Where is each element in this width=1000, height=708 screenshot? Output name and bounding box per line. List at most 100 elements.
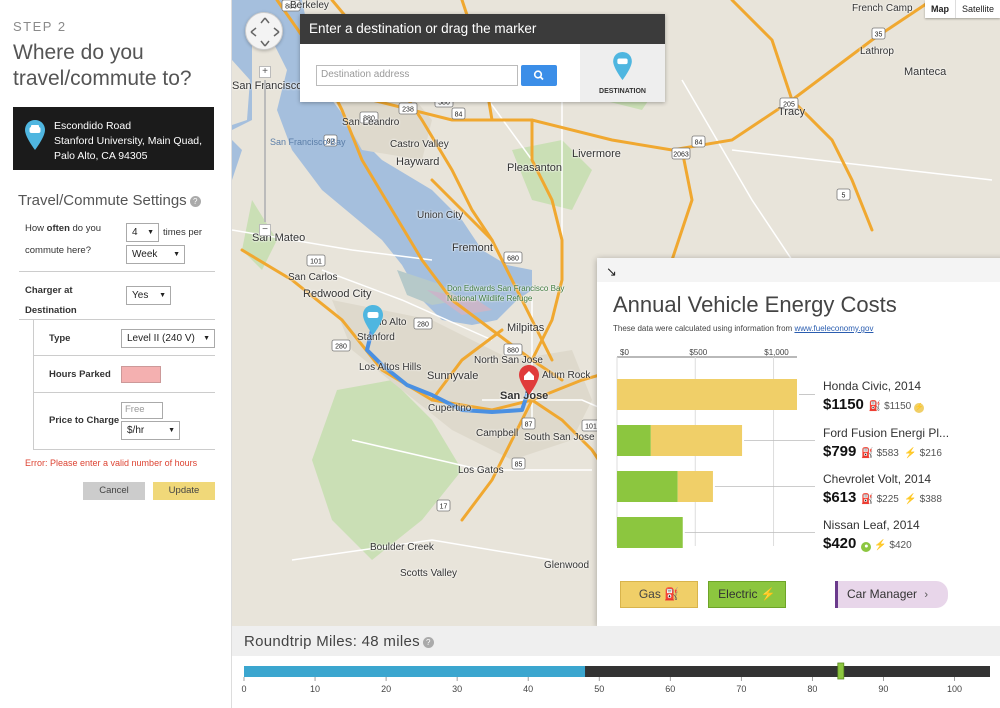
help-icon[interactable]: ? — [189, 196, 201, 207]
miles-tick-label: 90 — [878, 684, 888, 694]
highway-shield: 101 — [306, 254, 326, 267]
price-to-charge-label: Price to Charge — [49, 415, 120, 426]
vehicle-row[interactable]: Ford Fusion Energi Pl... $799 ⛽ $583 ⚡ $2… — [823, 426, 949, 460]
chart-bar-electric[interactable] — [617, 471, 678, 502]
pan-arrows-icon — [250, 17, 280, 47]
divider — [33, 355, 215, 356]
map-label: Milpitas — [507, 322, 545, 334]
error-message: Error: Please enter a valid number of ho… — [25, 458, 198, 468]
miles-tick-label: 40 — [523, 684, 533, 694]
page-title: Where do you travel/commute to? — [13, 41, 192, 90]
divider — [19, 319, 215, 320]
chart-bar-electric[interactable] — [617, 425, 651, 456]
price-unit-select[interactable]: $/hr — [121, 421, 180, 440]
panel-title: Annual Vehicle Energy Costs — [613, 292, 897, 317]
divider — [33, 449, 215, 450]
map-label: Alum Rock — [542, 370, 591, 381]
times-select[interactable]: 4 — [126, 223, 159, 242]
source-link[interactable]: www.fueleconomy.gov — [794, 324, 873, 333]
miles-tick-label: 30 — [452, 684, 462, 694]
chart-bar-gas[interactable] — [650, 425, 743, 456]
map-label: Glenwood — [544, 560, 590, 571]
map-type-map[interactable]: Map — [925, 0, 956, 18]
destination-search: Enter a destination or drag the marker D… — [300, 14, 665, 102]
search-button[interactable] — [521, 65, 557, 86]
miles-tick-label: 100 — [947, 684, 962, 694]
map-type-control: Map Satellite — [924, 0, 1000, 18]
svg-text:5: 5 — [842, 193, 846, 200]
gas-legend-button[interactable]: Gas ⛽ — [620, 581, 698, 608]
period-select[interactable]: Week — [126, 245, 185, 264]
map-label: Scotts Valley — [400, 568, 458, 579]
map-label: Lathrop — [860, 46, 894, 57]
chart-tick-label: $0 — [620, 348, 629, 357]
lightning-icon: ⚡ — [874, 540, 887, 551]
highway-shield: 680 — [503, 251, 523, 264]
hours-parked-input[interactable] — [121, 366, 161, 383]
vehicle-total: $1150 — [823, 396, 864, 413]
lightning-icon: ⚡ — [760, 587, 776, 601]
zoom-in-button[interactable]: + — [259, 66, 271, 78]
chart-bar-gas[interactable] — [677, 471, 713, 502]
miles-title: Roundtrip Miles: 48 miles? — [244, 633, 434, 650]
svg-text:87: 87 — [525, 422, 533, 429]
vehicle-row[interactable]: Chevrolet Volt, 2014 $613 ⛽ $225 ⚡ $388 — [823, 472, 942, 506]
map-label: Don Edwards San Francisco Bay National W… — [447, 284, 565, 303]
car-manager-button[interactable]: Car Manager › — [835, 581, 948, 608]
vehicle-name: Nissan Leaf, 2014 — [823, 518, 920, 532]
map-label: Los Altos Hills — [359, 362, 422, 373]
miles-tick-label: 60 — [665, 684, 675, 694]
chart-bar-gas[interactable] — [617, 379, 797, 410]
map-label: Fremont — [452, 242, 493, 254]
roundtrip-miles-panel: Roundtrip Miles: 48 miles? 0 10 20 30 40 50 60… — [232, 626, 1000, 708]
vehicle-row[interactable]: Honda Civic, 2014 $1150 ⛽ $1150 ⚡ — [823, 379, 924, 413]
miles-fill — [244, 666, 586, 677]
svg-text:680: 680 — [507, 256, 519, 263]
vehicle-row[interactable]: Nissan Leaf, 2014 $420 ● ⚡ $420 — [823, 518, 920, 552]
svg-text:101: 101 — [585, 424, 597, 431]
miles-tick-label: 20 — [381, 684, 391, 694]
svg-text:238: 238 — [402, 107, 414, 114]
help-icon[interactable]: ? — [422, 637, 434, 648]
map-type-satellite[interactable]: Satellite — [956, 0, 1000, 18]
electric-legend-button[interactable]: Electric ⚡ — [708, 581, 786, 608]
svg-text:280: 280 — [417, 322, 429, 329]
vehicle-total: $799 — [823, 443, 857, 460]
map-label: Manteca — [904, 66, 947, 78]
collapse-arrow-icon[interactable]: ↘ — [606, 264, 617, 280]
map-label: Cupertino — [428, 403, 472, 414]
charger-select[interactable]: Yes — [126, 286, 171, 305]
map-label: Los Gatos — [458, 465, 504, 476]
chart-bar-electric[interactable] — [617, 517, 683, 548]
origin-marker-icon[interactable] — [363, 305, 383, 335]
charger-type-select[interactable]: Level II (240 V) — [121, 329, 215, 348]
zoom-slider[interactable] — [264, 80, 266, 222]
plug-icon: ● — [861, 542, 872, 552]
destination-input[interactable]: Destination address — [316, 65, 518, 86]
zoom-out-button[interactable]: − — [259, 224, 271, 236]
vehicle-total: $613 — [823, 489, 857, 506]
settings-title: Travel/Commute Settings? — [18, 192, 201, 209]
price-input[interactable]: Free — [121, 402, 163, 419]
miles-slider[interactable]: 0 10 20 30 40 50 60 70 80 90 100 — [232, 662, 1000, 702]
pan-control[interactable] — [245, 12, 283, 50]
cancel-button[interactable]: Cancel — [83, 482, 145, 500]
map-label: San Carlos — [288, 272, 338, 283]
map-label: South San Jose — [524, 432, 595, 443]
map-label: Hayward — [396, 156, 440, 168]
svg-text:280: 280 — [335, 344, 347, 351]
hours-parked-label: Hours Parked — [49, 369, 111, 380]
destination-tab[interactable]: DESTINATION — [580, 44, 665, 102]
highway-shield: 5 — [836, 188, 851, 201]
highway-shield: 87 — [521, 417, 536, 430]
home-marker-icon[interactable] — [519, 365, 539, 395]
destination-card[interactable]: Escondido Road Stanford University, Main… — [13, 107, 214, 170]
svg-text:84: 84 — [455, 112, 463, 119]
update-button[interactable]: Update — [153, 482, 215, 500]
map-label: Campbell — [476, 428, 519, 439]
map-label: Pleasanton — [507, 162, 563, 174]
source-note: These data were calculated using informa… — [613, 324, 874, 333]
map-view[interactable]: 8805806808420555808802389210128028087101… — [232, 0, 1000, 626]
miles-handle[interactable] — [837, 662, 845, 680]
miles-tick-label: 70 — [736, 684, 746, 694]
